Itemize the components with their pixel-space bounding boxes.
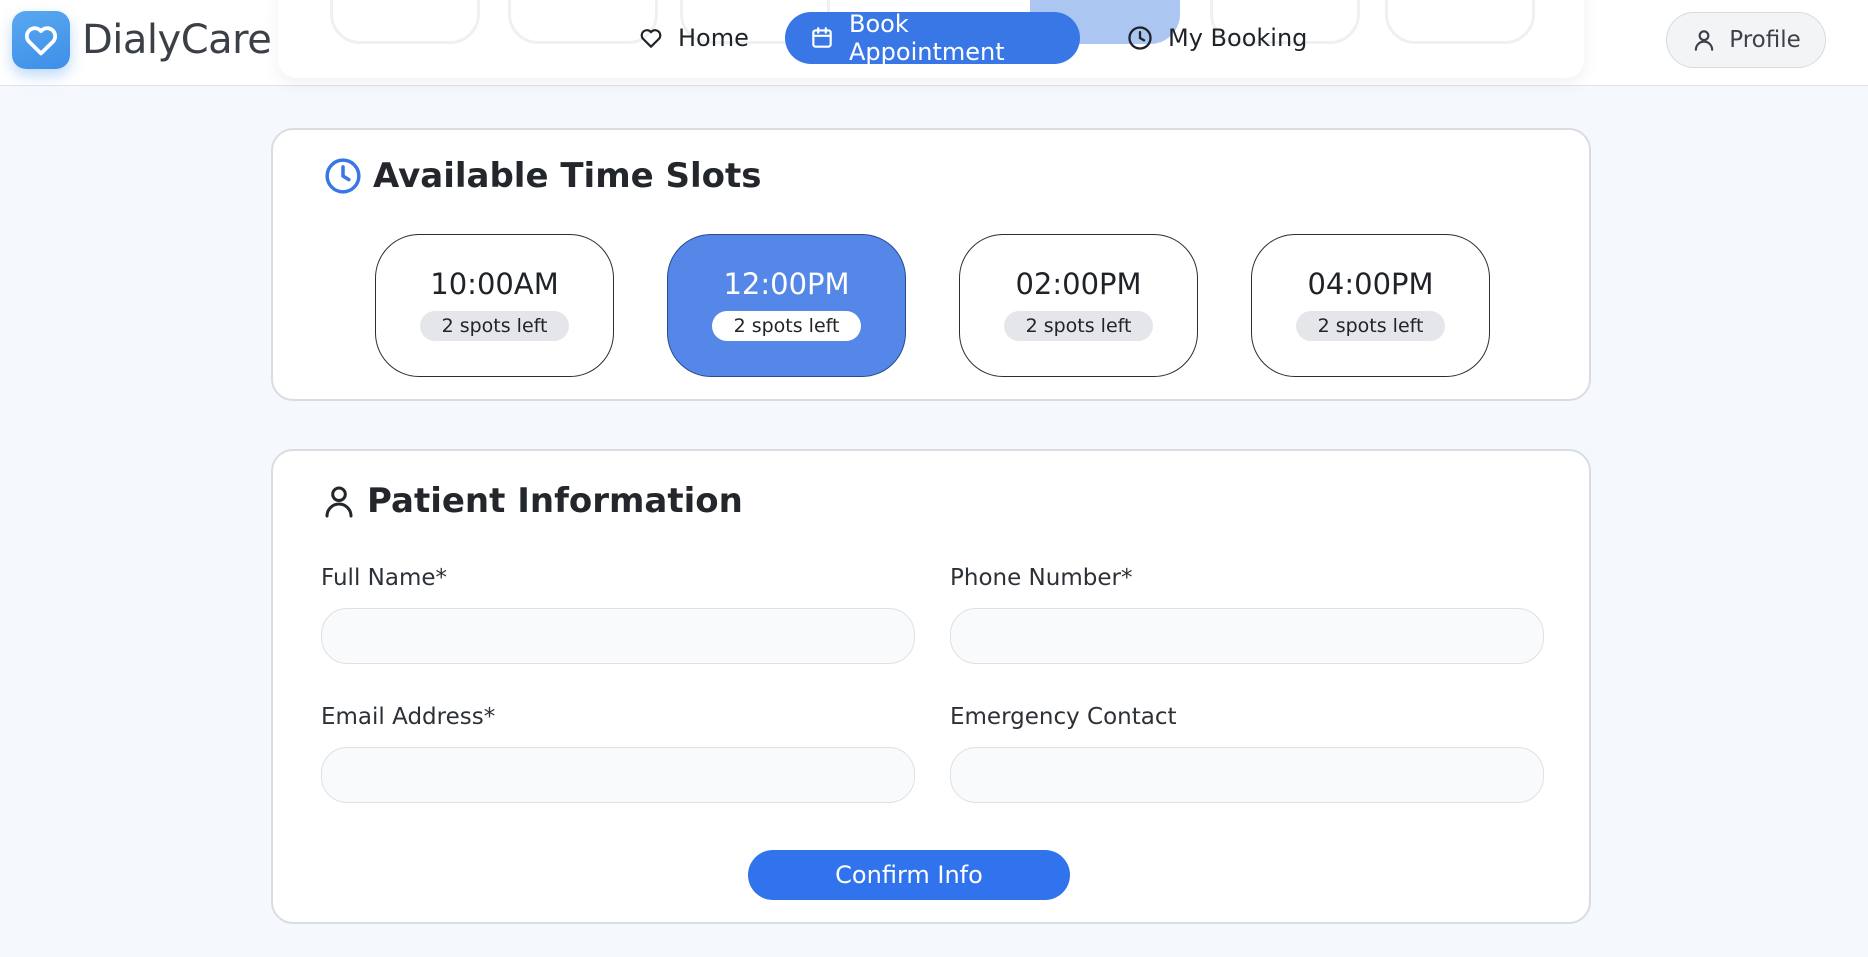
time-slot-1000am[interactable]: 10:00AM 2 spots left (375, 234, 614, 377)
slot-spots-badge: 2 spots left (419, 310, 570, 341)
time-slot-1200pm[interactable]: 12:00PM 2 spots left (667, 234, 906, 377)
slot-time: 10:00AM (430, 266, 559, 301)
phone-number-input[interactable] (950, 608, 1544, 664)
confirm-info-button[interactable]: Confirm Info (748, 850, 1070, 900)
emergency-contact-input[interactable] (950, 747, 1544, 803)
app-header: DialyCare Home Book Appointment My Booki… (0, 0, 1868, 86)
user-icon (321, 482, 357, 520)
nav-item-my-booking[interactable]: My Booking (1102, 12, 1331, 64)
email-address-label: Email Address* (321, 704, 496, 730)
card-title-text: Available Time Slots (373, 156, 762, 196)
slot-time: 02:00PM (1015, 266, 1142, 301)
slot-spots-badge: 2 spots left (711, 310, 862, 341)
slot-spots-badge: 2 spots left (1295, 310, 1446, 341)
user-icon (1691, 27, 1717, 53)
nav-item-label: Home (678, 24, 749, 52)
calendar-icon (809, 25, 835, 51)
slot-time: 04:00PM (1307, 266, 1434, 301)
card-title-text: Patient Information (367, 481, 743, 521)
clock-icon (1126, 24, 1154, 52)
nav-item-home[interactable]: Home (614, 12, 773, 64)
patient-info-heading: Patient Information (321, 481, 743, 521)
profile-button[interactable]: Profile (1666, 12, 1826, 68)
full-name-input[interactable] (321, 608, 915, 664)
nav-item-label: My Booking (1168, 24, 1308, 52)
patient-info-card: Patient Information Full Name* Phone Num… (271, 449, 1591, 924)
nav-item-book-appointment[interactable]: Book Appointment (785, 10, 1080, 66)
main-nav: Home Book Appointment My Booking (0, 10, 1868, 66)
slot-spots-badge: 2 spots left (1003, 310, 1154, 341)
nav-item-label: Book Appointment (849, 10, 1005, 66)
phone-number-label: Phone Number* (950, 565, 1133, 591)
slot-time: 12:00PM (723, 266, 850, 301)
time-slot-0200pm[interactable]: 02:00PM 2 spots left (959, 234, 1198, 377)
email-address-input[interactable] (321, 747, 915, 803)
time-slot-0400pm[interactable]: 04:00PM 2 spots left (1251, 234, 1490, 377)
emergency-contact-label: Emergency Contact (950, 704, 1177, 730)
heart-outline-icon (638, 25, 664, 51)
time-slots-card: Available Time Slots 10:00AM 2 spots lef… (271, 128, 1591, 401)
full-name-label: Full Name* (321, 565, 447, 591)
time-slots-heading: Available Time Slots (323, 156, 762, 196)
profile-label: Profile (1729, 27, 1801, 53)
clock-icon (323, 156, 363, 196)
